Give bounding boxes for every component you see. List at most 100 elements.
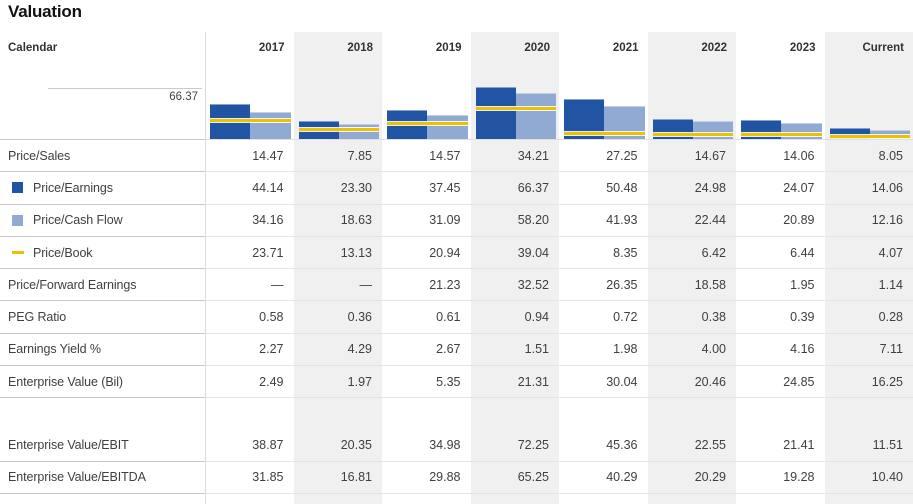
column-header-2017: 2017 — [258, 42, 285, 54]
value-cell-2020: 66.37 — [517, 180, 549, 195]
row-values: 23.71 13.13 20.94 39.04 8.35 6.42 6.44 4.07 — [205, 237, 913, 270]
row-label-price-sales: Price/Sales — [0, 140, 205, 173]
table-row-enterprise-value-bil: Enterprise Value (Bil) 2.49 1.97 5.35 21.31 3… — [0, 366, 913, 399]
value-cell-2021 — [559, 398, 648, 429]
value-cell-2021: 0.72 — [613, 310, 638, 325]
value-cell-2019: 2.67 — [436, 342, 461, 357]
valuation-table: Calendar 2017 2018 2019 2020 2021 2022 2023 Cur… — [0, 32, 913, 494]
value-cell-2021: 50.48 — [606, 180, 638, 195]
value-cell-2023: 14.06 — [783, 148, 815, 163]
row-values: 2.49 1.97 5.35 21.31 30.04 20.46 24.85 16.25 — [205, 366, 913, 399]
value-cell-current: 10.40 — [871, 470, 903, 485]
value-cell-2021: 8.35 — [613, 245, 638, 260]
row-values: — — 21.23 32.52 26.35 18.58 1.95 1.14 — [205, 269, 913, 302]
row-label-price-forward-earnings: Price/Forward Earnings — [0, 269, 205, 302]
row-label-text: PEG Ratio — [8, 310, 67, 325]
value-cell-2018: 13.13 — [340, 245, 372, 260]
table-row-enterprise-value-ebit: Enterprise Value/EBIT 38.87 20.35 34.98 72.2… — [0, 429, 913, 462]
column-header-2020: 2020 — [524, 42, 550, 54]
bar-pair — [829, 62, 910, 139]
price-book-marker — [387, 121, 468, 125]
row-label-enterprise-value-ebit: Enterprise Value/EBIT — [0, 429, 205, 462]
row-label-peg-ratio: PEG Ratio — [0, 301, 205, 334]
legend-dash-icon — [12, 251, 24, 255]
chart-column-2020 — [471, 62, 560, 139]
price-book-marker — [210, 119, 291, 123]
value-cell-2022 — [648, 398, 737, 429]
value-cell-2023: 21.41 — [783, 438, 815, 453]
value-cell-current: 12.16 — [871, 213, 903, 228]
value-cell-2023: 4.16 — [790, 342, 815, 357]
price-book-marker — [298, 127, 379, 131]
value-cell-2022: 22.44 — [694, 213, 726, 228]
table-row-price-book: Price/Book 23.71 13.13 20.94 39.04 8.35 6.42 6.… — [0, 237, 913, 270]
column-header-current: Current — [862, 42, 904, 54]
value-cell-2018: 20.35 — [340, 438, 372, 453]
bar-pair — [741, 62, 822, 139]
row-label-price-earnings[interactable]: Price/Earnings — [0, 172, 205, 205]
value-cell-2020: 1.51 — [524, 342, 549, 357]
row-values: 2.27 4.29 2.67 1.51 1.98 4.00 4.16 7.11 — [205, 334, 913, 367]
price-earnings-bar — [652, 119, 693, 139]
row-label-text: Price/Book — [33, 245, 93, 260]
row-values: 14.47 7.85 14.57 34.21 27.25 14.67 14.06 8.05 — [205, 140, 913, 173]
value-cell-2018: 18.63 — [340, 213, 372, 228]
row-label-text: Earnings Yield % — [8, 342, 101, 357]
year-headers: 2017 2018 2019 2020 2021 2022 2023 Current — [205, 32, 913, 62]
legend-square-icon — [12, 182, 23, 194]
value-cell-2020: 32.52 — [517, 277, 549, 292]
value-cell-2022: 24.98 — [694, 180, 726, 195]
value-cell-2023: 20.89 — [783, 213, 815, 228]
value-cell-2018: 16.81 — [340, 470, 372, 485]
value-cell-2017: 2.49 — [259, 374, 284, 389]
value-cell-2020: 0.94 — [524, 310, 549, 325]
spacer-row — [0, 398, 913, 429]
value-cell-2022: 20.29 — [694, 470, 726, 485]
value-cell-2022: 4.00 — [701, 342, 726, 357]
chart-column-current — [825, 62, 913, 139]
value-cell-2017: 23.71 — [252, 245, 284, 260]
value-cell-2019: 14.57 — [429, 148, 461, 163]
valuation-panel: Valuation Calendar 2017 2018 2019 2020 2021 2… — [0, 0, 913, 504]
price-book-marker — [741, 133, 822, 136]
chart-column-2019 — [382, 62, 471, 139]
value-cell-2021: 27.25 — [606, 148, 638, 163]
value-cell-2020: 21.31 — [517, 374, 549, 389]
valuation-chart-row: 66.37 — [0, 62, 913, 140]
table-body: Price/Sales 14.47 7.85 14.57 34.21 27.25 14.67… — [0, 140, 913, 494]
value-cell-2020: 34.21 — [517, 148, 549, 163]
value-cell-2023: 1.95 — [790, 277, 815, 292]
bar-pair — [652, 62, 733, 139]
row-label-enterprise-value-bil: Enterprise Value (Bil) — [0, 366, 205, 399]
value-cell-2020: 65.25 — [517, 470, 549, 485]
row-label-text: Price/Forward Earnings — [8, 277, 137, 292]
chart-axis-area: 66.37 — [0, 62, 205, 140]
table-row-price-earnings: Price/Earnings 44.14 23.30 37.45 66.37 50.48 2… — [0, 172, 913, 205]
price-cash-flow-bar — [338, 124, 379, 139]
price-book-marker — [652, 133, 733, 136]
value-cell-2021: 26.35 — [606, 277, 638, 292]
bar-chart — [205, 62, 913, 140]
row-label-text: Enterprise Value/EBIT — [8, 438, 129, 453]
value-cell-current: 0.28 — [878, 310, 903, 325]
value-cell-2022: 14.67 — [694, 148, 726, 163]
value-cell-2018: 23.30 — [340, 180, 372, 195]
value-cell-2020: 58.20 — [517, 213, 549, 228]
value-cell-2019: 21.23 — [429, 277, 461, 292]
value-cell-2023: 24.07 — [783, 180, 815, 195]
value-cell-2018: 7.85 — [347, 148, 372, 163]
value-cell-current: 8.05 — [878, 148, 903, 163]
row-values: 0.58 0.36 0.61 0.94 0.72 0.38 0.39 0.28 — [205, 301, 913, 334]
column-header-2021: 2021 — [612, 42, 639, 54]
value-cell-2023: 6.44 — [790, 245, 815, 260]
value-cell-2017 — [205, 398, 294, 429]
price-cash-flow-bar — [692, 121, 733, 139]
value-cell-2022: 20.46 — [694, 374, 726, 389]
column-header-2022: 2022 — [701, 42, 727, 54]
row-label-price-book[interactable]: Price/Book — [0, 237, 205, 270]
value-cell-2018: — — [359, 277, 373, 292]
chart-column-2022 — [648, 62, 737, 139]
value-cell-2018: 0.36 — [347, 310, 372, 325]
value-cell-2018 — [294, 398, 383, 429]
row-label-price-cash-flow[interactable]: Price/Cash Flow — [0, 205, 205, 237]
